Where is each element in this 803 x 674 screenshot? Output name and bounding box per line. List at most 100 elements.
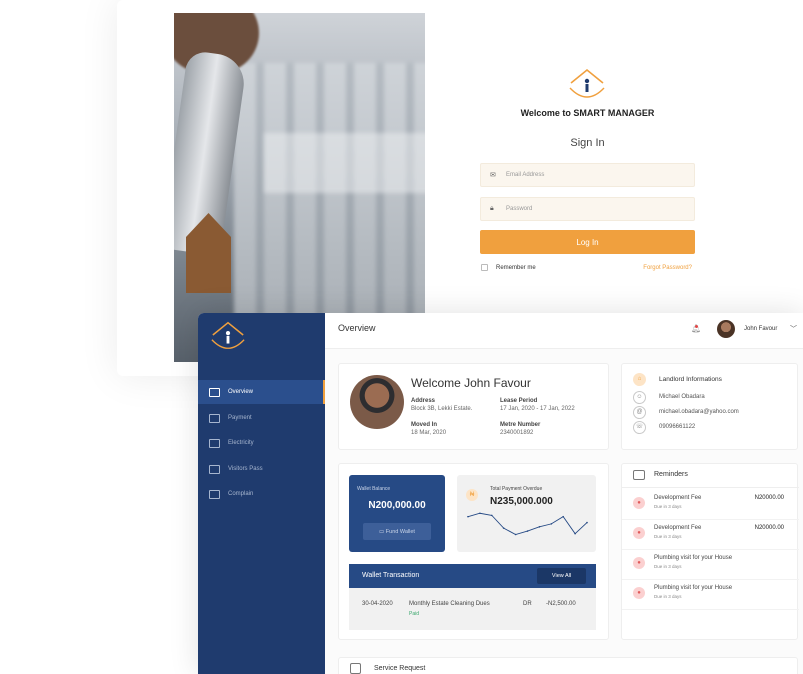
bell-icon: ● (633, 527, 645, 539)
sidebar-item-electricity[interactable]: Electricity (198, 431, 325, 455)
sidebar-item-visitors-pass[interactable]: Visitors Pass (198, 457, 325, 481)
bell-icon: ● (633, 587, 645, 599)
trend-point (502, 527, 505, 529)
wallet-balance-value: N200,000.00 (368, 500, 426, 511)
transaction-type: DR (523, 601, 532, 607)
sidebar-item-complain[interactable]: Complain (198, 482, 325, 506)
landlord-name: Michael Obadara (659, 394, 705, 400)
sidebar-item-overview[interactable]: Overview (198, 380, 325, 404)
table-row[interactable]: 30-04-2020 Monthly Estate Cleaning Dues … (349, 588, 596, 630)
trend-point (526, 530, 529, 532)
transaction-status: Paid (409, 611, 420, 617)
trend-point (550, 523, 553, 525)
remember-me-label: Remember me (496, 264, 536, 271)
email-icon: @ (633, 406, 646, 419)
profile-avatar (350, 375, 404, 429)
remember-me-checkbox[interactable]: Remember me (481, 264, 536, 271)
coin-icon: ₦ (466, 489, 478, 501)
landlord-icon: ⌂ (633, 373, 646, 386)
wallet-section: Wallet Balance N200,000.00 ▭ Fund Wallet… (338, 463, 609, 640)
trend-point (574, 532, 576, 535)
reminder-due: Due in 3 days (654, 504, 682, 509)
page-title: Overview (338, 323, 376, 333)
service-request-title: Service Request (374, 665, 426, 672)
sidebar-item-label: Payment (228, 415, 252, 421)
moved-in-label: Moved In (411, 422, 438, 428)
top-bar: Overview 🔔︎ John Favour ﹀ (325, 313, 803, 349)
fund-wallet-label: Fund Wallet (385, 528, 415, 535)
overdue-label: Total Payment Overdue (490, 486, 543, 492)
mail-icon: ✉ (490, 172, 496, 179)
email-field[interactable]: ✉ Email Address (480, 163, 695, 187)
landlord-email[interactable]: michael.obadara@yahoo.com (659, 409, 739, 415)
profile-card: Welcome John Favour Address Block 3B, Le… (338, 363, 609, 450)
moved-in-value: 18 Mar, 2020 (411, 430, 447, 436)
complain-icon (209, 489, 220, 499)
dashboard-window: Overview Payment Electricity Visitors Pa… (198, 313, 803, 674)
reminders-title: Reminders (654, 471, 688, 478)
wallet-transaction-header: Wallet Transaction View All (349, 564, 596, 588)
pass-icon (209, 464, 220, 474)
reminders-card: Reminders ● Development Fee Due in 3 day… (621, 463, 799, 640)
plug-icon (209, 438, 220, 448)
fund-wallet-button[interactable]: ▭ Fund Wallet (363, 523, 431, 540)
metre-number-label: Metre Number (500, 422, 541, 428)
user-name[interactable]: John Favour (744, 326, 777, 332)
wallet-balance-card: Wallet Balance N200,000.00 ▭ Fund Wallet (349, 475, 445, 552)
chevron-down-icon[interactable]: ﹀ (790, 324, 797, 334)
list-item[interactable]: ● Plumbing visit for your House Due in 3… (622, 580, 799, 610)
trend-point (586, 521, 588, 524)
forgot-password-link[interactable]: Forgot Password? (620, 265, 692, 271)
list-item[interactable]: ● Plumbing visit for your House Due in 3… (622, 550, 799, 580)
user-icon: ☺ (633, 391, 646, 404)
notification-dot (695, 325, 698, 328)
landlord-title: Landlord Informations (659, 376, 722, 383)
service-request-card[interactable]: Service Request (338, 657, 798, 674)
transaction-amount: -N2,500.00 (546, 601, 576, 607)
trend-point (538, 526, 541, 528)
landlord-phone[interactable]: 09096661122 (659, 424, 695, 430)
welcome-heading: Welcome John Favour (411, 376, 531, 390)
bell-icon: ● (633, 557, 645, 569)
wallet-transaction-title: Wallet Transaction (362, 572, 420, 579)
lease-label: Lease Period (500, 398, 538, 404)
service-icon (350, 663, 361, 674)
reminder-due: Due in 3 days (654, 534, 682, 539)
address-value: Block 3B, Lekki Estate. (411, 406, 473, 412)
sidebar-item-payment[interactable]: Payment (198, 406, 325, 430)
list-item[interactable]: ● Development Fee Due in 3 days N20000.0… (622, 520, 799, 550)
reminder-name: Development Fee (654, 495, 702, 501)
overdue-trend-chart (467, 512, 588, 536)
sidebar-item-label: Electricity (228, 440, 254, 446)
payment-overdue-card: ₦ Total Payment Overdue N235,000.000 (457, 475, 596, 552)
avatar[interactable] (717, 320, 735, 338)
login-button[interactable]: Log In (480, 230, 695, 254)
calendar-icon (633, 470, 645, 480)
wallet-balance-label: Wallet Balance (357, 486, 391, 492)
sign-in-heading: Sign In (570, 137, 605, 149)
house-key-photo (174, 13, 425, 362)
phone-icon: ☏ (633, 421, 646, 434)
checkbox-box[interactable] (481, 264, 488, 271)
reminder-name: Plumbing visit for your House (654, 555, 733, 561)
wallet-icon: ▭ (379, 528, 386, 535)
trend-point (491, 514, 493, 517)
trend-point (479, 512, 481, 515)
sidebar-item-label: Complain (228, 491, 254, 497)
view-all-button[interactable]: View All (537, 568, 586, 584)
trend-point (562, 515, 564, 518)
card-icon (209, 413, 220, 423)
trend-point (467, 515, 469, 518)
sidebar-logo-icon (211, 321, 245, 349)
landlord-card: ⌂ Landlord Informations ☺ Michael Obadar… (621, 363, 798, 450)
password-field[interactable]: 🔒︎ Password (480, 197, 695, 221)
address-label: Address (411, 398, 436, 404)
reminder-amount: N20000.00 (754, 525, 784, 531)
smart-manager-logo-icon (569, 68, 605, 98)
transaction-date: 30-04-2020 (362, 601, 393, 607)
transaction-description: Monthly Estate Cleaning Dues (409, 601, 490, 607)
sidebar-item-label: Visitors Pass (228, 466, 263, 472)
list-item[interactable]: ● Development Fee Due in 3 days N20000.0… (622, 490, 799, 520)
login-welcome-title: Welcome to SMART MANAGER (520, 108, 655, 118)
password-placeholder: Password (506, 206, 533, 212)
